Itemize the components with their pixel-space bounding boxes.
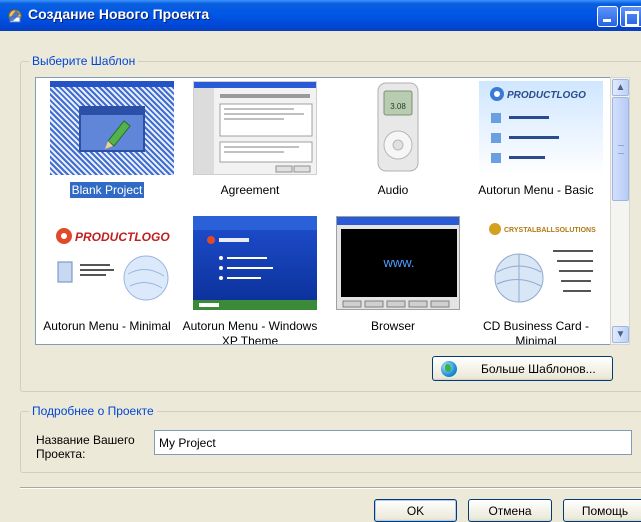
template-label: Browser <box>370 319 415 333</box>
templates-group-title: Выберите Шаблон <box>29 54 139 68</box>
template-tile[interactable]: PRODUCTLOGO Autorun Menu - Minimal <box>36 216 178 344</box>
template-thumbnail: www. <box>336 216 460 310</box>
template-tile[interactable]: CRYSTALBALLSOLUTIONS CD Business Card - … <box>465 216 607 345</box>
divider <box>20 487 641 489</box>
new-project-dialog: Создание Нового Проекта Выберите Шаблон … <box>0 0 641 522</box>
scroll-down-button[interactable]: ▼ <box>612 326 629 343</box>
template-tile[interactable]: Autorun Menu - Windows XP Theme <box>179 216 321 345</box>
audio-player-preview: 3.08 <box>377 82 419 172</box>
app-icon <box>8 9 22 23</box>
title-bar[interactable]: Создание Нового Проекта <box>0 0 641 31</box>
template-thumbnail <box>193 216 317 310</box>
blank-window-icon <box>50 81 174 152</box>
template-tile[interactable]: Blank Project <box>36 78 178 214</box>
template-tile[interactable]: PRODUCTLOGO Autorun Menu - Basic <box>465 78 607 214</box>
autorun-xp-preview <box>193 216 317 310</box>
ok-button[interactable]: OK <box>374 499 457 522</box>
minimize-button[interactable] <box>597 6 618 27</box>
template-label: Autorun Menu - Windows XP Theme <box>182 319 318 345</box>
template-label: Audio <box>377 183 409 197</box>
more-templates-label: Больше Шаблонов... <box>481 362 596 376</box>
autorun-minimal-preview: PRODUCTLOGO <box>56 228 170 301</box>
gallery-scrollbar[interactable]: ▲ ▼ <box>610 77 630 345</box>
product-logo-text: PRODUCTLOGO <box>507 90 586 101</box>
agreement-window-preview <box>194 82 316 174</box>
template-thumbnail: PRODUCTLOGO <box>479 81 603 175</box>
browser-preview: www. <box>337 217 459 308</box>
template-label: CD Business Card - Minimal <box>482 319 590 345</box>
template-label: Agreement <box>220 183 280 197</box>
template-tile[interactable]: www. Browser <box>322 216 464 344</box>
project-name-label: Название Вашего Проекта: <box>36 433 135 461</box>
template-label: Blank Project <box>69 182 145 198</box>
template-thumbnail <box>50 81 174 175</box>
template-gallery[interactable]: Blank Project Agreement 3.08 Audio PRODU… <box>35 77 612 345</box>
template-thumbnail: CRYSTALBALLSOLUTIONS <box>479 216 603 310</box>
window-title: Создание Нового Проекта <box>28 6 210 22</box>
template-thumbnail <box>193 81 317 175</box>
template-thumbnail: PRODUCTLOGO <box>50 216 174 310</box>
autorun-basic-preview: PRODUCTLOGO <box>490 87 586 163</box>
template-thumbnail: 3.08 <box>336 81 460 175</box>
scroll-thumb[interactable] <box>612 97 629 201</box>
template-label: Autorun Menu - Minimal <box>43 319 171 333</box>
details-group-title: Подробнее о Проекте <box>29 404 157 418</box>
browser-screen-text: www. <box>382 255 414 270</box>
business-card-preview: CRYSTALBALLSOLUTIONS <box>489 223 596 303</box>
template-label: Autorun Menu - Basic <box>478 183 594 197</box>
cancel-button[interactable]: Отмена <box>468 499 552 522</box>
product-logo-text: PRODUCTLOGO <box>75 230 170 244</box>
template-tile[interactable]: 3.08 Audio <box>322 78 464 214</box>
crystal-logo-text: CRYSTALBALLSOLUTIONS <box>504 227 596 234</box>
project-name-input[interactable] <box>154 430 632 455</box>
globe-icon <box>441 361 457 377</box>
more-templates-button[interactable]: Больше Шаблонов... <box>432 356 613 381</box>
template-tile[interactable]: Agreement <box>179 78 321 214</box>
scroll-up-button[interactable]: ▲ <box>612 79 629 96</box>
maximize-button[interactable] <box>620 6 641 27</box>
help-button[interactable]: Помощь <box>563 499 641 522</box>
audio-screen-text: 3.08 <box>390 102 406 111</box>
